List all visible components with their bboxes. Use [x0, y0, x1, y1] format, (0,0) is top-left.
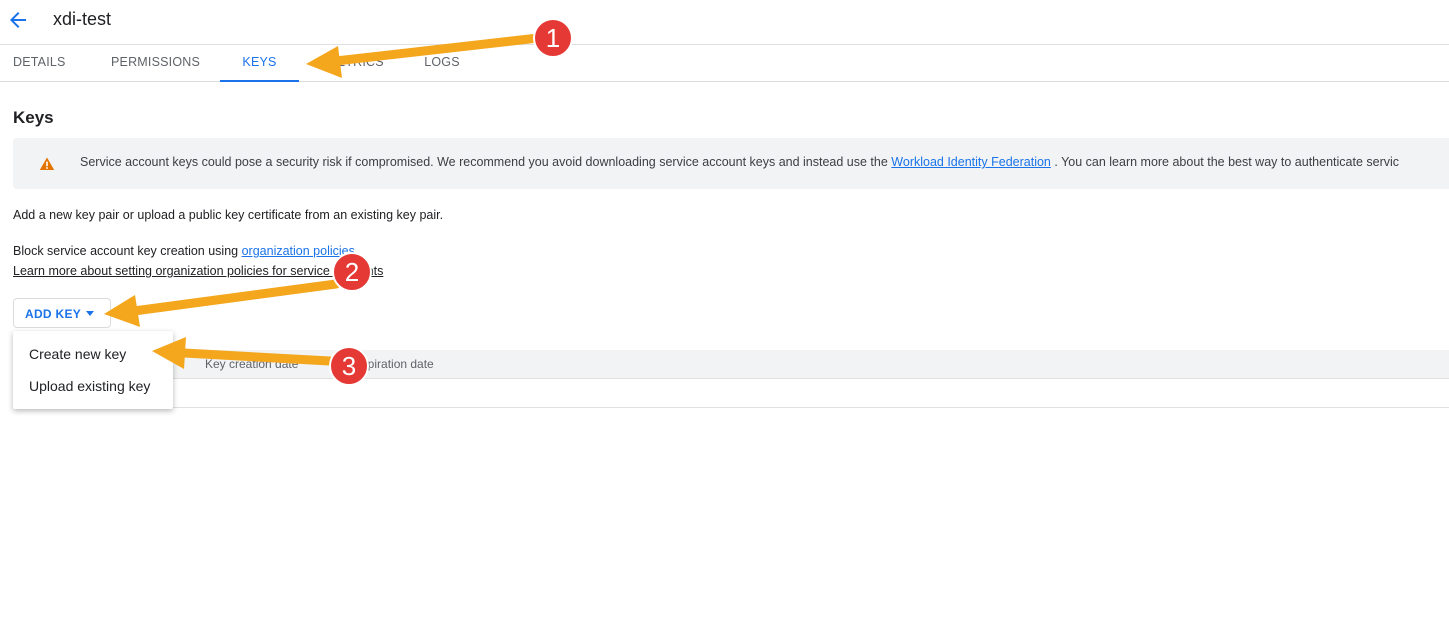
table-divider: [13, 407, 1449, 408]
page-title: xdi-test: [53, 9, 112, 29]
workload-identity-link[interactable]: Workload Identity Federation: [891, 155, 1051, 169]
tab-keys[interactable]: KEYS: [220, 45, 299, 82]
warning-text-end: . You can learn more about the best way …: [1050, 155, 1400, 169]
column-key-expiration-date[interactable]: Key expiration date: [331, 357, 434, 371]
tab-logs[interactable]: LOGS: [424, 45, 460, 81]
learn-more-link[interactable]: Learn more about setting organization po…: [13, 264, 383, 278]
add-key-button[interactable]: ADD KEY: [13, 298, 111, 328]
tab-details[interactable]: DETAILS: [13, 45, 65, 81]
policy-text: Block service account key creation using…: [13, 244, 358, 258]
tab-permissions[interactable]: PERMISSIONS: [111, 45, 200, 81]
menu-item-create-new-key[interactable]: Create new key: [29, 346, 126, 362]
menu-item-upload-existing-key[interactable]: Upload existing key: [29, 378, 150, 394]
annotation-overlay: 1 2 3: [104, 18, 573, 386]
keys-table-header: Key creation date Key expiration date: [13, 350, 1449, 379]
organization-policies-link[interactable]: organization policies: [242, 244, 355, 258]
warning-triangle-icon: [39, 157, 55, 170]
caret-down-icon: [86, 311, 94, 316]
add-key-label: ADD KEY: [25, 307, 82, 321]
warning-text: Service account keys could pose a securi…: [80, 155, 1399, 169]
policy-text-end: .: [354, 244, 359, 258]
tab-metrics[interactable]: METRICS: [320, 45, 390, 81]
section-title: Keys: [13, 108, 54, 127]
warning-banner: Service account keys could pose a securi…: [13, 138, 1449, 189]
intro-text: Add a new key pair or upload a public ke…: [13, 208, 444, 222]
tab-bar: DETAILS PERMISSIONS KEYS METRICS LOGS: [0, 45, 1449, 82]
column-key-creation-date[interactable]: Key creation date: [205, 357, 298, 371]
warning-text-start: Service account keys could pose a securi…: [80, 155, 892, 169]
add-key-menu: Create new key Upload existing key: [13, 331, 173, 409]
arrow-back-icon[interactable]: [6, 8, 30, 32]
annotation-arrow-2: [104, 279, 341, 327]
top-bar: xdi-test: [0, 0, 1449, 45]
policy-text-start: Block service account key creation using: [13, 244, 242, 258]
